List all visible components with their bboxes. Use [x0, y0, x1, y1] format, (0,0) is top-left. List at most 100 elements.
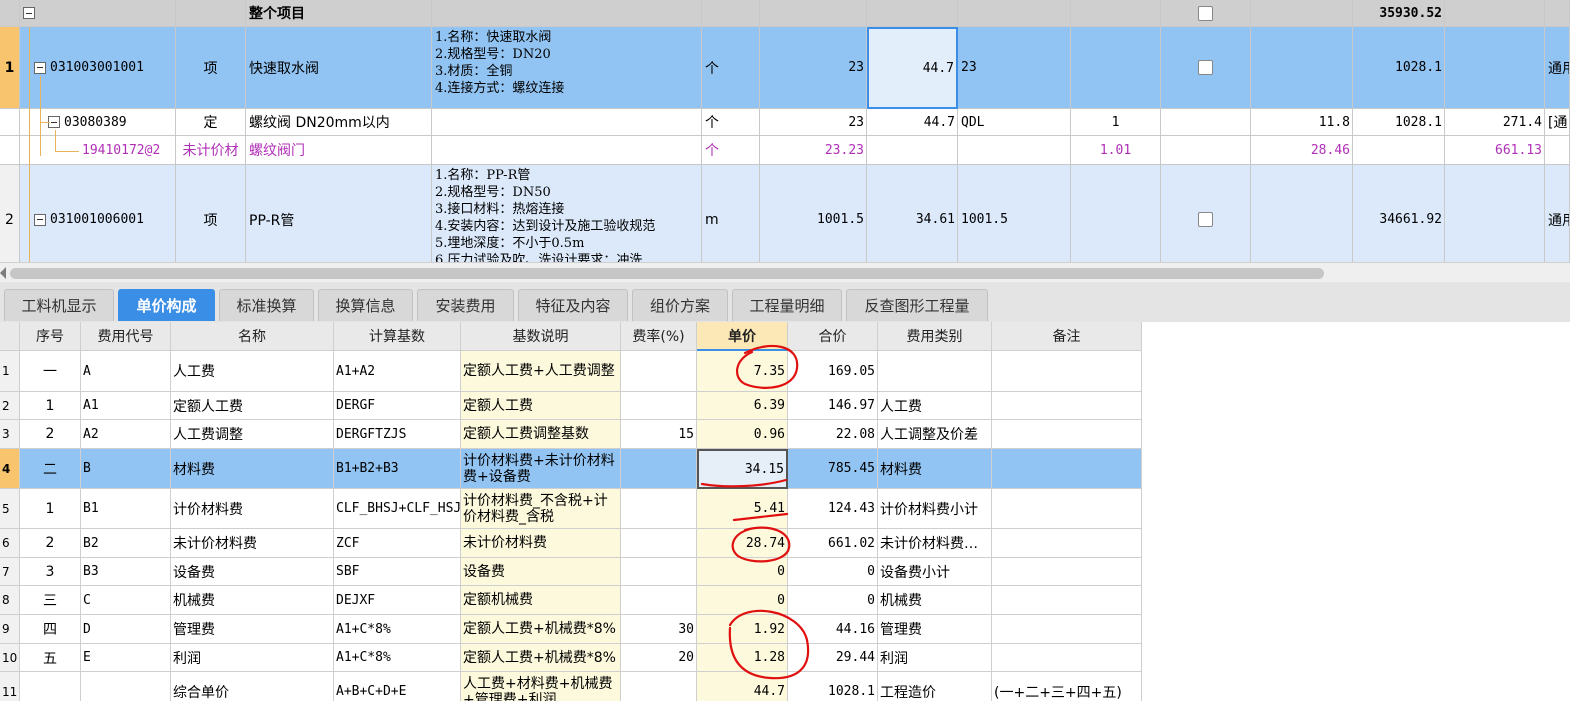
scroll-left-icon[interactable]: [0, 267, 6, 279]
fee-base-desc[interactable]: 未计价材料费: [461, 529, 621, 558]
fee-unit-price[interactable]: 5.41: [697, 489, 788, 529]
col-note[interactable]: 备注: [992, 322, 1142, 351]
row-checkbox[interactable]: [1198, 212, 1213, 227]
fee-note[interactable]: (一+二+三+四+五): [992, 672, 1142, 701]
fee-base-desc[interactable]: 定额人工费: [461, 392, 621, 420]
item-description-cell[interactable]: 1.名称：PP-R管 2.规格型号：DN50 3.接口材料：热熔连接 4.安装内…: [432, 165, 702, 262]
col-fee-category[interactable]: 费用类别: [878, 322, 992, 351]
tab-installation-fee[interactable]: 安装费用: [417, 289, 514, 321]
fee-base[interactable]: A1+C*8%: [334, 644, 461, 672]
fee-name[interactable]: 人工费: [171, 351, 334, 392]
fee-total[interactable]: 785.45: [788, 449, 878, 489]
project-total-row[interactable]: 整个项目 35930.52: [0, 0, 1570, 27]
material-code[interactable]: 19410172@2: [20, 136, 176, 165]
fee-unit-price[interactable]: 7.35: [697, 351, 788, 392]
item-name[interactable]: PP-R管: [246, 165, 432, 262]
fee-base[interactable]: A+B+C+D+E: [334, 672, 461, 701]
col-total[interactable]: 合价: [788, 322, 878, 351]
fee-code[interactable]: A2: [81, 420, 171, 449]
fee-base-desc[interactable]: 定额人工费调整基数: [461, 420, 621, 449]
fee-name[interactable]: 机械费: [171, 586, 334, 615]
fee-base[interactable]: A1+A2: [334, 351, 461, 392]
fee-unit-price[interactable]: 6.39: [697, 392, 788, 420]
fee-seq[interactable]: 二: [20, 449, 81, 489]
fee-category[interactable]: 人工费: [878, 392, 992, 420]
fee-rate[interactable]: [621, 449, 697, 489]
fee-rate[interactable]: 15: [621, 420, 697, 449]
fee-category[interactable]: [878, 351, 992, 392]
fee-rate[interactable]: [621, 489, 697, 529]
fee-base[interactable]: CLF_BHSJ+CLF_HSJ: [334, 489, 461, 529]
checkbox-cell[interactable]: [1161, 27, 1251, 109]
fee-row[interactable]: 8 三 C 机械费 DEJXF 定额机械费 0 0 机械费: [0, 586, 1142, 615]
fee-seq[interactable]: 三: [20, 586, 81, 615]
fee-name[interactable]: 定额人工费: [171, 392, 334, 420]
fee-base-desc[interactable]: 设备费: [461, 558, 621, 586]
fee-unit-price[interactable]: 1.28: [697, 644, 788, 672]
item-code-cell[interactable]: 031001006001: [20, 165, 176, 262]
material-qty[interactable]: 23.23: [760, 136, 867, 165]
fee-rate[interactable]: [621, 672, 697, 701]
tab-quantity-details[interactable]: 工程量明细: [732, 289, 842, 321]
fee-row[interactable]: 9 四 D 管理费 A1+C*8% 定额人工费+机械费*8% 30 1.92 44.16 管理费: [0, 615, 1142, 644]
col-fee-code[interactable]: 费用代号: [81, 322, 171, 351]
fee-base-desc[interactable]: 计价材料费_不含税+计价材料费_含税: [461, 489, 621, 529]
fee-rate[interactable]: 20: [621, 644, 697, 672]
fee-rate[interactable]: [621, 558, 697, 586]
fee-name[interactable]: 设备费: [171, 558, 334, 586]
fee-total[interactable]: 0: [788, 558, 878, 586]
fee-note[interactable]: [992, 449, 1142, 489]
fee-rate[interactable]: [621, 351, 697, 392]
quota-price[interactable]: 44.7: [867, 109, 958, 136]
fee-total[interactable]: 146.97: [788, 392, 878, 420]
tab-standard-conversion[interactable]: 标准换算: [219, 289, 314, 321]
fee-category[interactable]: 管理费: [878, 615, 992, 644]
fee-base[interactable]: DERGFTZJS: [334, 420, 461, 449]
fee-rate[interactable]: [621, 529, 697, 558]
fee-note[interactable]: [992, 615, 1142, 644]
fee-unit-price[interactable]: 0: [697, 558, 788, 586]
fee-base[interactable]: B1+B2+B3: [334, 449, 461, 489]
fee-total[interactable]: 29.44: [788, 644, 878, 672]
fee-category[interactable]: 设备费小计: [878, 558, 992, 586]
fee-total[interactable]: 44.16: [788, 615, 878, 644]
fee-row[interactable]: 2 1 A1 定额人工费 DERGF 定额人工费 6.39 146.97 人工费: [0, 392, 1142, 420]
material-name[interactable]: 螺纹阀门: [246, 136, 432, 165]
fee-rate[interactable]: [621, 392, 697, 420]
fee-unit-price[interactable]: 44.7: [697, 672, 788, 701]
fee-row[interactable]: 1 一 A 人工费 A1+A2 定额人工费+人工费调整 7.35 169.05: [0, 351, 1142, 392]
fee-unit-price[interactable]: 34.15: [697, 449, 788, 489]
fee-code[interactable]: [81, 672, 171, 701]
item-qty-expr[interactable]: 1001.5: [958, 165, 1071, 262]
col-unit-price[interactable]: 单价: [697, 322, 788, 351]
collapse-icon[interactable]: [34, 213, 46, 226]
item-price-selected-cell[interactable]: 44.7: [867, 27, 958, 109]
item-qty[interactable]: 23: [760, 27, 867, 109]
fee-name[interactable]: 计价材料费: [171, 489, 334, 529]
fee-code[interactable]: B: [81, 449, 171, 489]
fee-note[interactable]: [992, 644, 1142, 672]
row-checkbox[interactable]: [1198, 60, 1213, 75]
item-qty-expr[interactable]: 23: [958, 27, 1071, 109]
fee-note[interactable]: [992, 420, 1142, 449]
fee-category[interactable]: 计价材料费小计: [878, 489, 992, 529]
fee-name[interactable]: 管理费: [171, 615, 334, 644]
bill-item-row[interactable]: 1 031003001001 项 快速取水阀 1.名称：快速取水阀 2.规格型号…: [0, 27, 1570, 109]
fee-note[interactable]: [992, 558, 1142, 586]
item-name[interactable]: 快速取水阀: [246, 27, 432, 109]
fee-code[interactable]: B3: [81, 558, 171, 586]
fee-row[interactable]: 7 3 B3 设备费 SBF 设备费 0 0 设备费小计: [0, 558, 1142, 586]
item-description-cell[interactable]: 1.名称：快速取水阀 2.规格型号：DN20 3.材质：全铜 4.连接方式：螺纹…: [432, 27, 702, 109]
fee-code[interactable]: B1: [81, 489, 171, 529]
fee-base[interactable]: DERGF: [334, 392, 461, 420]
item-price[interactable]: 34.61: [867, 165, 958, 262]
fee-note[interactable]: [992, 586, 1142, 615]
material-coef[interactable]: 1.01: [1071, 136, 1161, 165]
horizontal-scrollbar[interactable]: [0, 262, 1570, 282]
fee-base-desc[interactable]: 定额机械费: [461, 586, 621, 615]
fee-category[interactable]: 未计价材料费…: [878, 529, 992, 558]
tab-reverse-lookup[interactable]: 反查图形工程量: [846, 289, 988, 321]
fee-name[interactable]: 未计价材料费: [171, 529, 334, 558]
fee-code[interactable]: A: [81, 351, 171, 392]
quota-qty-expr[interactable]: QDL: [958, 109, 1071, 136]
